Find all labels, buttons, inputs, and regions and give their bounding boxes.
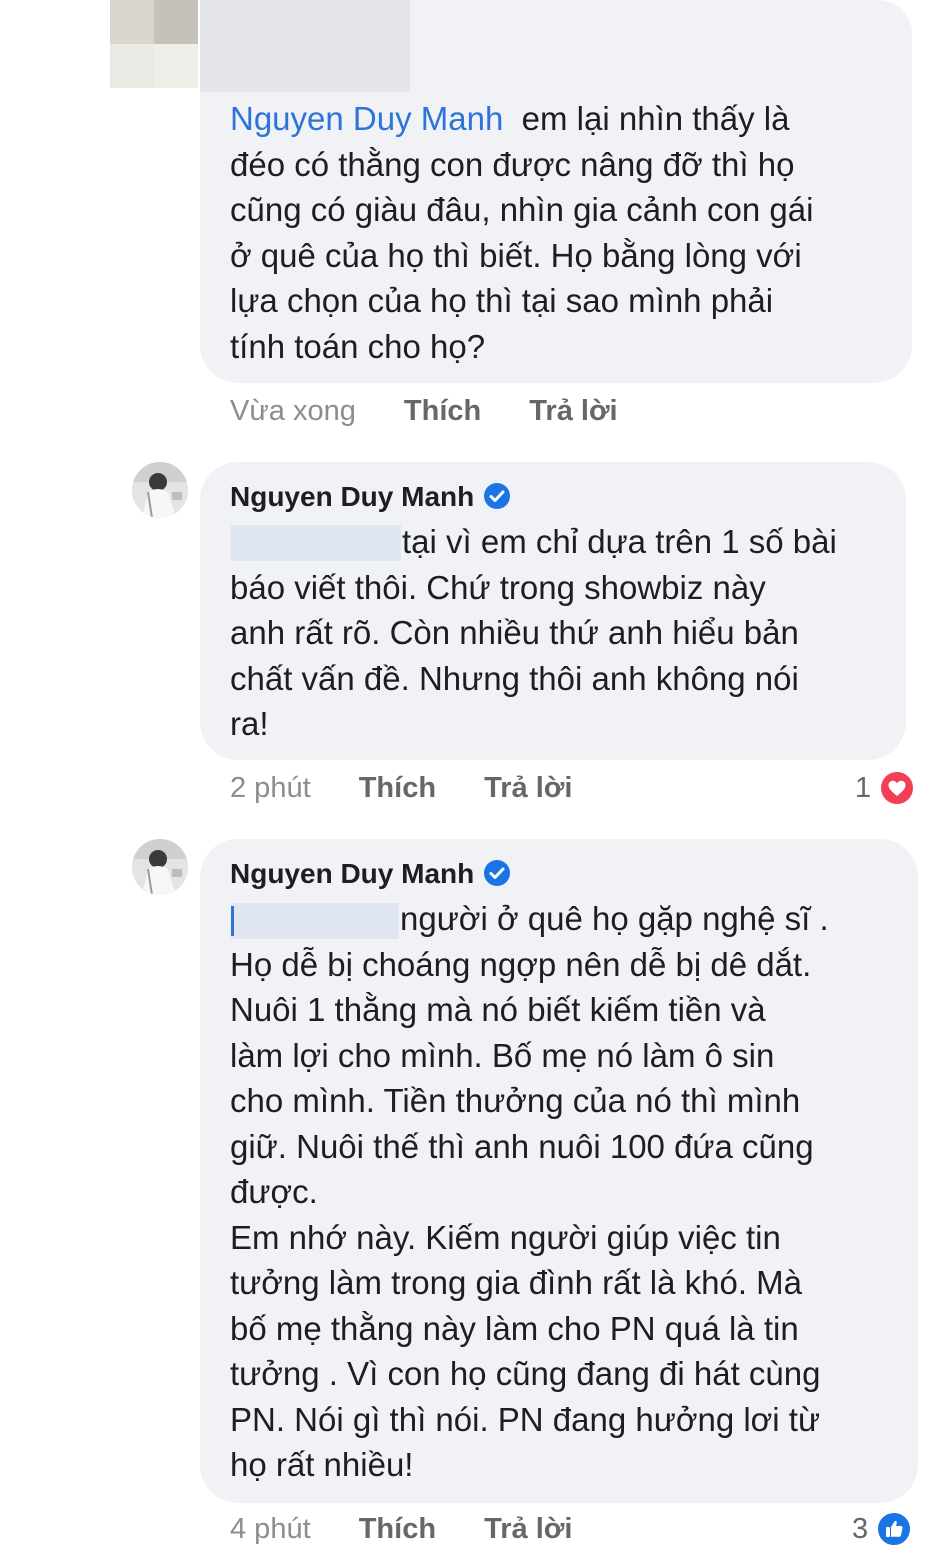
avatar[interactable] (132, 839, 188, 895)
reply-button[interactable]: Trả lời (484, 1513, 572, 1545)
like-button[interactable]: Thích (359, 1513, 436, 1545)
timestamp[interactable]: 4 phút (230, 1513, 311, 1545)
reaction-count: 1 (855, 771, 872, 804)
avatar[interactable] (132, 462, 188, 518)
comment-meta: 4 phút Thích Trả lời (230, 1513, 572, 1546)
like-button[interactable]: Thích (359, 772, 436, 804)
reply-button[interactable]: Trả lời (529, 395, 617, 427)
verified-badge-icon (484, 860, 511, 886)
like-button[interactable]: Thích (404, 395, 481, 427)
avatar-image (132, 839, 188, 895)
reply-button[interactable]: Trả lời (484, 772, 572, 804)
verified-badge-icon (484, 483, 511, 509)
comment-body: tại vì em chỉ dựa trên 1 số bài báo viết… (230, 523, 837, 742)
avatar-image (132, 462, 188, 518)
timestamp[interactable]: Vừa xong (230, 395, 356, 427)
comment-meta: 2 phút Thích Trả lời (230, 772, 572, 805)
blurred-name-overlay (200, 0, 410, 92)
comment-text: người ở quê họ gặp nghệ sĩ . Họ dễ bị ch… (230, 896, 910, 1488)
reaction-summary[interactable]: 1 (855, 770, 916, 806)
comment-body: người ở quê họ gặp nghệ sĩ . Họ dễ bị ch… (230, 900, 829, 1483)
comment-body: em lại nhìn thấy là đéo có thằng con đượ… (230, 100, 814, 365)
author-name[interactable]: Nguyen Duy Manh (230, 858, 511, 890)
mention-link[interactable]: Nguyen Duy Manh (230, 100, 503, 137)
reaction-count: 3 (852, 1512, 869, 1545)
author-name[interactable]: Nguyen Duy Manh (230, 481, 511, 513)
timestamp[interactable]: 2 phút (230, 772, 311, 804)
like-icon (876, 1511, 913, 1547)
comment-meta: Vừa xong Thích Trả lời (230, 395, 618, 428)
reaction-summary[interactable]: 3 (852, 1511, 913, 1547)
comment-text: Nguyen Duy Manh em lại nhìn thấy là đéo … (230, 96, 910, 369)
comment-text: tại vì em chỉ dựa trên 1 số bài báo viết… (230, 519, 900, 747)
love-icon (879, 770, 916, 806)
